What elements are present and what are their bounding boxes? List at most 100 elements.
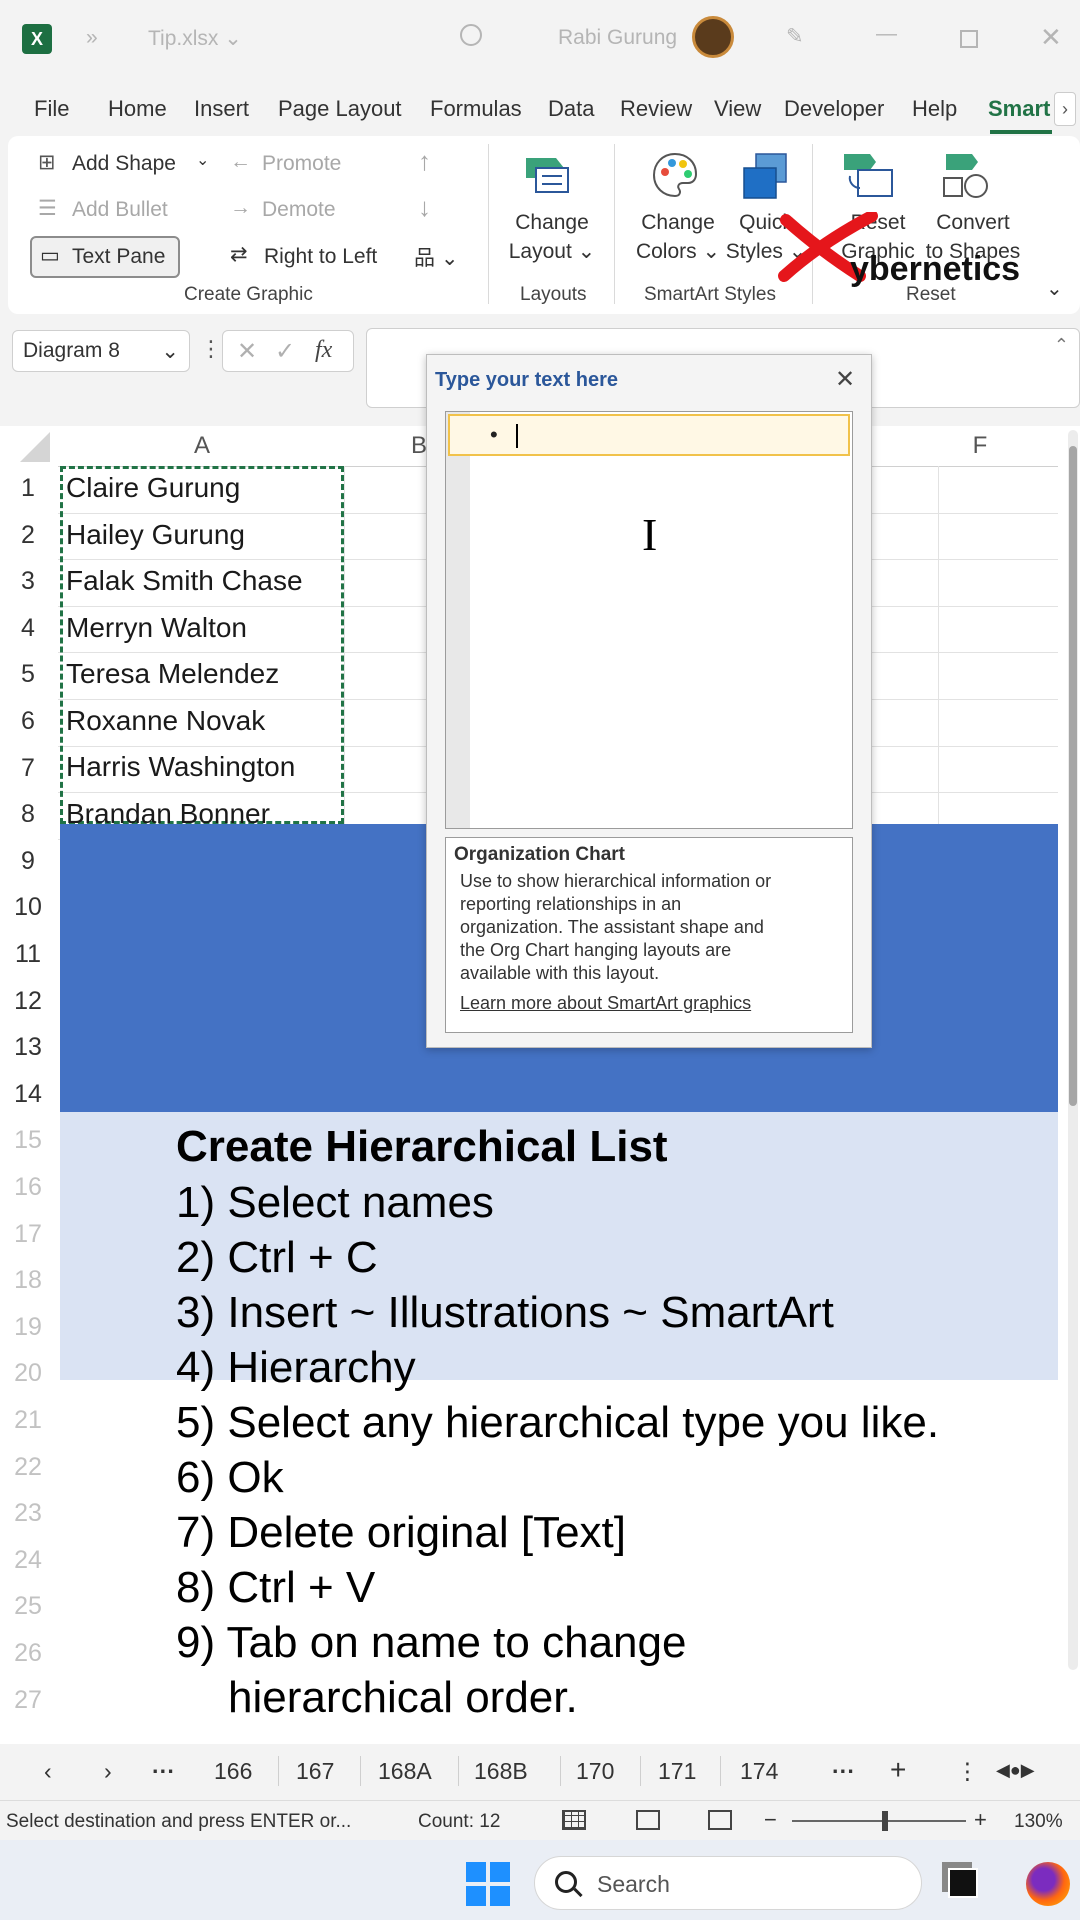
scroll-arrows-icon[interactable]: ◀●▶ — [996, 1760, 1035, 1781]
row-header[interactable]: 6 — [0, 707, 56, 736]
change-layout-icon[interactable] — [522, 154, 572, 194]
layout-icon[interactable]: 品 ⌄ — [414, 242, 458, 272]
row-header[interactable]: 18 — [0, 1266, 56, 1295]
sheet-tab-167[interactable]: 167 — [296, 1758, 334, 1785]
more-icon[interactable]: » — [86, 26, 98, 50]
cell-a5[interactable]: Teresa Melendez — [66, 658, 279, 690]
more-sheets-left-icon[interactable]: ··· — [152, 1758, 175, 1785]
column-header-f[interactable]: F — [940, 426, 1020, 466]
sheet-tab-168b[interactable]: 168B — [474, 1758, 528, 1785]
row-header[interactable]: 20 — [0, 1359, 56, 1388]
avatar[interactable] — [692, 16, 734, 58]
text-pane-editor[interactable]: • I — [445, 411, 853, 829]
cell-a4[interactable]: Merryn Walton — [66, 612, 247, 644]
row-header[interactable]: 3 — [0, 567, 56, 596]
name-box[interactable]: Diagram 8 ⌄ — [12, 330, 190, 372]
collapse-ribbon-icon[interactable]: ⌄ — [1046, 276, 1063, 301]
quick-styles-icon[interactable] — [740, 152, 792, 200]
row-header[interactable]: 14 — [0, 1080, 56, 1109]
excel-logo-icon[interactable]: X — [22, 24, 52, 54]
taskbar-search-box[interactable]: Search — [534, 1856, 922, 1910]
bullet-entry-input[interactable]: • — [448, 414, 850, 456]
zoom-in-icon[interactable]: + — [974, 1807, 987, 1833]
learn-more-link[interactable]: Learn more about SmartArt graphics — [454, 993, 844, 1014]
cell-a2[interactable]: Hailey Gurung — [66, 519, 245, 551]
add-bullet-button[interactable]: Add Bullet — [72, 198, 168, 222]
task-view-icon[interactable] — [948, 1868, 978, 1898]
maximize-icon[interactable] — [960, 30, 978, 48]
row-header[interactable]: 1 — [0, 474, 56, 503]
tab-formulas[interactable]: Formulas — [430, 96, 522, 122]
sheet-options-icon[interactable]: ⋮ — [956, 1758, 979, 1785]
zoom-slider-thumb[interactable] — [882, 1811, 888, 1831]
row-header[interactable]: 19 — [0, 1313, 56, 1342]
scrollbar-thumb[interactable] — [1069, 446, 1077, 1106]
prev-sheet-icon[interactable]: ‹ — [44, 1758, 52, 1785]
row-header[interactable]: 21 — [0, 1406, 56, 1435]
windows-start-icon[interactable] — [466, 1862, 510, 1906]
smartart-text-pane[interactable]: Type your text here ✕ • I Organization C… — [426, 354, 872, 1048]
row-header[interactable]: 23 — [0, 1499, 56, 1528]
search-icon[interactable] — [460, 24, 482, 46]
row-header[interactable]: 26 — [0, 1639, 56, 1668]
row-header[interactable]: 25 — [0, 1592, 56, 1621]
insert-function-button[interactable]: fx — [315, 337, 332, 364]
column-header-a[interactable]: A — [60, 426, 344, 466]
row-header[interactable]: 22 — [0, 1453, 56, 1482]
tab-data[interactable]: Data — [548, 96, 594, 122]
convert-to-shapes-icon[interactable] — [938, 150, 992, 200]
reset-graphic-icon[interactable] — [842, 150, 896, 200]
tab-review[interactable]: Review — [620, 96, 692, 122]
scroll-tabs-right-icon[interactable]: › — [1054, 92, 1076, 126]
close-pane-icon[interactable]: ✕ — [835, 365, 855, 394]
close-icon[interactable]: ✕ — [1040, 22, 1062, 53]
right-to-left-button[interactable]: Right to Left — [264, 245, 377, 269]
row-header[interactable]: 17 — [0, 1220, 56, 1249]
row-header[interactable]: 11 — [0, 940, 56, 969]
row-header[interactable]: 24 — [0, 1546, 56, 1575]
move-down-icon[interactable]: ↓ — [418, 192, 431, 223]
page-break-view-icon[interactable] — [708, 1810, 732, 1830]
sheet-tab-170[interactable]: 170 — [576, 1758, 614, 1785]
change-colors-button[interactable]: Change Colors ⌄ — [628, 208, 728, 266]
row-header[interactable]: 8 — [0, 800, 56, 829]
sheet-tab-168a[interactable]: 168A — [378, 1758, 432, 1785]
row-header[interactable]: 4 — [0, 614, 56, 643]
change-layout-button[interactable]: Change Layout ⌄ — [502, 208, 602, 266]
row-header[interactable]: 13 — [0, 1033, 56, 1062]
sheet-tab-166[interactable]: 166 — [214, 1758, 252, 1785]
tab-file[interactable]: File — [34, 96, 69, 122]
tab-help[interactable]: Help — [912, 96, 957, 122]
zoom-out-icon[interactable]: − — [764, 1807, 777, 1833]
row-header[interactable]: 27 — [0, 1686, 56, 1715]
tab-page-layout[interactable]: Page Layout — [278, 96, 402, 122]
add-shape-dropdown-icon[interactable]: ⌄ — [196, 150, 209, 170]
tab-insert[interactable]: Insert — [194, 96, 249, 122]
file-name[interactable]: Tip.xlsx ⌄ — [148, 26, 242, 51]
row-header[interactable]: 15 — [0, 1126, 56, 1155]
cancel-icon[interactable]: ✕ — [237, 337, 257, 366]
sheet-tab-171[interactable]: 171 — [658, 1758, 696, 1785]
palette-icon[interactable] — [650, 150, 700, 200]
formula-options-icon[interactable]: ⋮ — [200, 336, 222, 362]
more-sheets-right-icon[interactable]: ··· — [832, 1758, 855, 1785]
demote-button[interactable]: Demote — [262, 198, 336, 222]
tab-home[interactable]: Home — [108, 96, 167, 122]
row-header[interactable]: 2 — [0, 521, 56, 550]
normal-view-icon[interactable] — [562, 1810, 586, 1830]
row-header[interactable]: 5 — [0, 660, 56, 689]
row-header[interactable]: 7 — [0, 754, 56, 783]
cell-a6[interactable]: Roxanne Novak — [66, 705, 265, 737]
next-sheet-icon[interactable]: › — [104, 1758, 112, 1785]
cell-a3[interactable]: Falak Smith Chase — [66, 565, 303, 597]
firefox-icon[interactable] — [1026, 1862, 1070, 1906]
page-layout-view-icon[interactable] — [636, 1810, 660, 1830]
enter-icon[interactable]: ✓ — [275, 337, 295, 366]
cell-a7[interactable]: Harris Washington — [66, 751, 295, 783]
row-header[interactable]: 12 — [0, 987, 56, 1016]
cell-a8[interactable]: Brandan Bonner — [66, 798, 270, 824]
row-header[interactable]: 16 — [0, 1173, 56, 1202]
tab-developer[interactable]: Developer — [784, 96, 884, 122]
tab-view[interactable]: View — [714, 96, 761, 122]
pen-icon[interactable]: ✎ — [786, 24, 804, 49]
